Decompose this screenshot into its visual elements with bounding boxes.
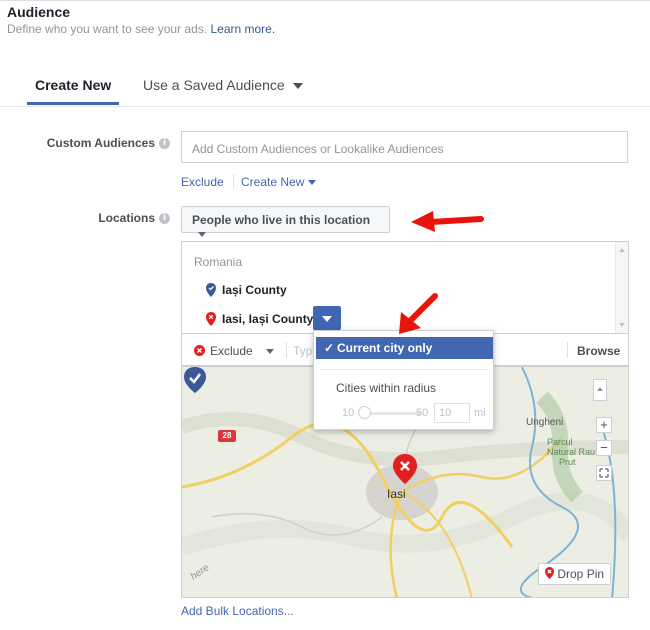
active-tab-indicator [27, 102, 119, 105]
country-name: Romania [194, 255, 243, 269]
chevron-up-icon [597, 387, 603, 391]
map-city-label: Iasi [387, 487, 406, 501]
section-title: Audience [7, 4, 71, 20]
caret-down-icon [292, 83, 303, 90]
option-cities-radius[interactable]: Cities within radius [336, 381, 436, 395]
radius-unit-label: mi [474, 407, 486, 419]
location-type-select[interactable]: People who live in this location [181, 206, 390, 238]
link-separator [233, 174, 234, 188]
fullscreen-icon[interactable] [596, 465, 612, 481]
learn-more-link[interactable]: Learn more. [210, 22, 275, 36]
custom-audiences-input[interactable]: Add Custom Audiences or Lookalike Audien… [181, 131, 628, 163]
location-item-include: Iași County [222, 283, 287, 297]
include-pin-icon [206, 283, 216, 297]
exclude-link[interactable]: Exclude [181, 175, 224, 189]
create-new-label: Create New [241, 175, 305, 189]
map-park-label: Parcul Natural Rau Prut [547, 437, 595, 467]
slider-max-label: 50 [416, 407, 429, 419]
browse-button[interactable]: Browse [577, 344, 620, 358]
browse-separator [567, 342, 568, 358]
scroll-arrows-icon [619, 248, 625, 327]
caret-down-icon [266, 349, 275, 355]
tab-create-new[interactable]: Create New [35, 77, 111, 93]
caret-down-icon [307, 180, 316, 186]
section-subtitle: Define who you want to see your ads. Lea… [7, 22, 275, 36]
location-type-label: People who live in this location [192, 213, 371, 227]
pin-icon [545, 567, 554, 579]
option-current-city-label: Current city only [337, 341, 433, 355]
slider-min-label: 10 [342, 407, 355, 419]
subtitle-text: Define who you want to see your ads. [7, 22, 208, 36]
radius-slider-handle[interactable] [358, 406, 371, 419]
park-line-1: Parcul [547, 437, 573, 447]
exclude-pin-icon [206, 312, 216, 326]
tabs-divider [0, 106, 650, 107]
top-divider [0, 0, 650, 1]
radius-value-input[interactable]: 10 [434, 403, 470, 423]
location-item-exclude: Iasi, Iași County [222, 312, 314, 326]
search-separator [286, 342, 287, 358]
map-exclude-pin-icon [393, 454, 417, 484]
popup-divider [320, 369, 488, 370]
option-current-city[interactable]: ✓ Current city only [316, 337, 493, 359]
drop-pin-label: Drop Pin [557, 567, 605, 581]
tab-saved-audience[interactable]: Use a Saved Audience [143, 77, 303, 93]
map-place-label: Ungheni [526, 417, 564, 428]
expand-icon [599, 468, 609, 478]
check-icon: ✓ [324, 341, 335, 355]
map-include-pin-icon [184, 367, 206, 393]
custom-audiences-label: Custom Audiences [46, 136, 155, 150]
zoom-in-button[interactable]: + [596, 417, 612, 433]
annotation-arrow-icon [399, 293, 438, 334]
drop-pin-button[interactable]: Drop Pin [538, 563, 612, 585]
info-icon[interactable]: i [159, 138, 170, 149]
search-mode-label: Exclude [210, 344, 253, 358]
exclude-icon [194, 345, 205, 356]
add-bulk-locations-link[interactable]: Add Bulk Locations... [181, 604, 294, 618]
zoom-out-button[interactable]: − [596, 440, 612, 456]
create-new-link[interactable]: Create New [241, 175, 316, 189]
park-line-3: Prut [559, 457, 576, 467]
radius-popup: ✓ Current city only Cities within radius… [313, 330, 494, 430]
caret-down-icon [198, 232, 206, 238]
annotation-arrow-icon [411, 211, 484, 232]
location-search-input[interactable]: Typ [293, 344, 312, 358]
info-icon[interactable]: i [159, 213, 170, 224]
search-mode-select[interactable]: Exclude [210, 344, 275, 358]
road-badge: 28 [218, 430, 236, 442]
tab-saved-label: Use a Saved Audience [143, 77, 285, 93]
scrollbar[interactable] [615, 242, 628, 333]
locations-label: Locations [98, 211, 155, 225]
caret-down-icon [322, 316, 332, 322]
radius-dropdown-button[interactable] [313, 306, 341, 330]
park-line-2: Natural Rau [547, 447, 596, 457]
map-up-control[interactable] [593, 379, 607, 401]
